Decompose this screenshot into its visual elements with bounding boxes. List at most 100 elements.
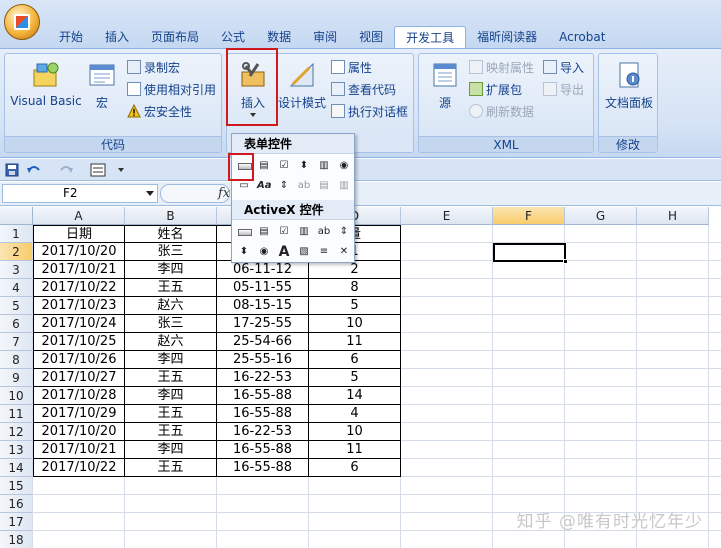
form-textfield-icon[interactable]: ab	[296, 178, 312, 194]
active-cell-f2[interactable]	[493, 243, 568, 264]
cell[interactable]: 张三	[125, 243, 217, 261]
form-listbox-icon[interactable]: ▥	[316, 158, 332, 174]
row-header-18[interactable]: 18	[0, 531, 33, 548]
cell[interactable]: 6	[309, 351, 401, 369]
cell[interactable]: 2017/10/29	[33, 405, 125, 423]
expansion-packs-button[interactable]: 扩展包	[469, 81, 522, 100]
macro-security-button[interactable]: 宏安全性	[127, 103, 192, 122]
cell[interactable]: 李四	[125, 261, 217, 279]
row-header-11[interactable]: 11	[0, 405, 33, 423]
tab-1[interactable]: 插入	[94, 26, 140, 48]
cell[interactable]: 10	[309, 423, 401, 441]
cell[interactable]: 李四	[125, 441, 217, 459]
cell[interactable]: 6	[309, 459, 401, 477]
cell[interactable]: 17-25-55	[217, 315, 309, 333]
cell[interactable]: 王五	[125, 279, 217, 297]
tab-6[interactable]: 视图	[348, 26, 394, 48]
form-label-icon[interactable]: Aa	[256, 178, 272, 194]
worksheet-grid[interactable]: ABCDEFGH 123456789101112131415161718 日期姓…	[0, 207, 721, 548]
column-header-e[interactable]: E	[401, 207, 493, 225]
cell[interactable]: 2017/10/28	[33, 387, 125, 405]
cell[interactable]: 王五	[125, 423, 217, 441]
row-header-14[interactable]: 14	[0, 459, 33, 477]
cell[interactable]: 姓名	[125, 225, 217, 243]
chevron-down-icon[interactable]	[146, 191, 154, 196]
document-panel-button[interactable]: 文档面板	[601, 60, 657, 111]
more-controls-icon[interactable]: ✕	[336, 244, 352, 260]
activex-checkbox-icon[interactable]: ☑	[276, 224, 292, 240]
column-header-g[interactable]: G	[565, 207, 637, 225]
tab-7[interactable]: 开发工具	[394, 26, 467, 48]
row-header-7[interactable]: 7	[0, 333, 33, 351]
activex-textbox-icon[interactable]: ab	[316, 224, 332, 240]
cell[interactable]: 2017/10/20	[33, 423, 125, 441]
source-button[interactable]: 源	[425, 60, 465, 111]
column-header-b[interactable]: B	[125, 207, 217, 225]
activex-spin-icon[interactable]: ⬍	[236, 244, 252, 260]
cell[interactable]: 16-55-88	[217, 405, 309, 423]
row-header-12[interactable]: 12	[0, 423, 33, 441]
cell[interactable]: 2017/10/21	[33, 441, 125, 459]
form-combo-dropdown-icon[interactable]: ▥	[336, 178, 352, 194]
cell[interactable]: 2017/10/23	[33, 297, 125, 315]
select-all-corner[interactable]	[0, 207, 33, 225]
tab-9[interactable]: Acrobat	[548, 26, 616, 48]
fx-icon[interactable]: fx	[218, 186, 230, 201]
form-combo-list-icon[interactable]: ▤	[316, 178, 332, 194]
cell[interactable]: 8	[309, 279, 401, 297]
map-properties-button[interactable]: 映射属性	[469, 59, 534, 78]
customize-qat-icon[interactable]	[118, 168, 124, 172]
run-dialog-button[interactable]: 执行对话框	[331, 103, 408, 122]
activex-option-icon[interactable]: ◉	[256, 244, 272, 260]
cell[interactable]: 2017/10/21	[33, 261, 125, 279]
cell[interactable]: 2017/10/22	[33, 459, 125, 477]
activex-label-icon[interactable]: A	[276, 244, 292, 260]
cell[interactable]: 李四	[125, 351, 217, 369]
tab-8[interactable]: 福昕阅读器	[466, 26, 548, 48]
cell[interactable]: 16-55-88	[217, 387, 309, 405]
cell[interactable]: 10	[309, 315, 401, 333]
activex-button-icon[interactable]	[236, 224, 252, 240]
activex-combobox-icon[interactable]: ▤	[256, 224, 272, 240]
row-header-2[interactable]: 2	[0, 243, 33, 261]
row-header-13[interactable]: 13	[0, 441, 33, 459]
cell[interactable]: 5	[309, 369, 401, 387]
undo-icon[interactable]	[26, 163, 42, 177]
cell[interactable]: 张三	[125, 315, 217, 333]
record-macro-button[interactable]: 录制宏	[127, 59, 180, 78]
fill-handle[interactable]	[563, 259, 568, 264]
cell[interactable]: 14	[309, 387, 401, 405]
import-button[interactable]: 导入	[543, 59, 584, 78]
row-header-16[interactable]: 16	[0, 495, 33, 513]
form-option-button-icon[interactable]: ◉	[336, 158, 352, 174]
redo-icon[interactable]	[58, 163, 74, 177]
cell[interactable]: 5	[309, 297, 401, 315]
row-header-10[interactable]: 10	[0, 387, 33, 405]
cell[interactable]: 2017/10/26	[33, 351, 125, 369]
tab-4[interactable]: 数据	[256, 26, 302, 48]
office-button[interactable]	[4, 4, 40, 40]
column-header-h[interactable]: H	[637, 207, 709, 225]
row-header-9[interactable]: 9	[0, 369, 33, 387]
cell[interactable]: 李四	[125, 387, 217, 405]
cell[interactable]: 2017/10/25	[33, 333, 125, 351]
design-mode-button[interactable]: 设计模式	[277, 60, 327, 111]
tab-2[interactable]: 页面布局	[140, 26, 210, 48]
cell[interactable]: 2017/10/22	[33, 279, 125, 297]
cell[interactable]: 16-55-88	[217, 441, 309, 459]
row-header-17[interactable]: 17	[0, 513, 33, 531]
cell[interactable]: 16-55-88	[217, 459, 309, 477]
column-header-a[interactable]: A	[33, 207, 125, 225]
cell[interactable]: 2017/10/27	[33, 369, 125, 387]
relative-reference-button[interactable]: 使用相对引用	[127, 81, 216, 100]
row-header-4[interactable]: 4	[0, 279, 33, 297]
tab-0[interactable]: 开始	[48, 26, 94, 48]
cell[interactable]: 16-22-53	[217, 423, 309, 441]
cell[interactable]: 王五	[125, 459, 217, 477]
form-spinner-icon[interactable]: ⬍	[296, 158, 312, 174]
cell[interactable]: 赵六	[125, 297, 217, 315]
cell[interactable]: 2017/10/24	[33, 315, 125, 333]
cell[interactable]: 25-55-16	[217, 351, 309, 369]
activex-listbox-icon[interactable]: ▥	[296, 224, 312, 240]
activex-image-icon[interactable]: ▧	[296, 244, 312, 260]
